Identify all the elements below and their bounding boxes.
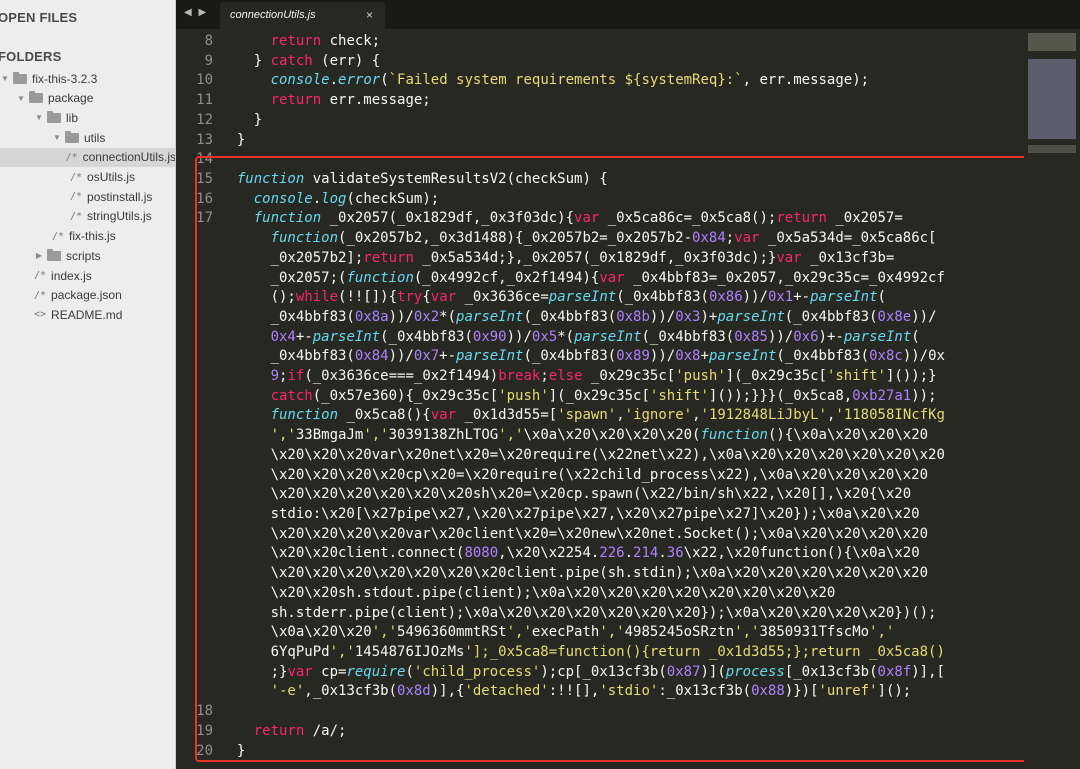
sidebar-item[interactable]: /* package.json [0,286,175,305]
sidebar-item-label: postinstall.js [87,189,153,204]
file-icon: /* [70,191,83,203]
code-line: } [220,111,263,128]
file-icon: /* [70,171,83,183]
sidebar-item[interactable]: ▼ utils [0,128,175,147]
folder-icon [29,91,43,104]
sidebar-item[interactable]: /* osUtils.js [0,168,175,187]
open-files-header: OPEN FILES [0,10,78,25]
sidebar-item-label: osUtils.js [87,170,136,184]
sidebar-item-label: connectionUtils.js [82,150,176,165]
folder-icon [13,71,27,84]
file-icon: /* [65,151,78,163]
line-number: 9 [204,52,213,69]
code-line: } [220,131,246,148]
minimap-block [1028,59,1076,139]
chevron-down-icon[interactable]: ▼ [34,113,44,122]
sidebar-item-label: package.json [51,288,122,303]
sidebar-item[interactable]: /* index.js [0,266,175,285]
code-line: } catch (err) { [220,52,381,69]
highlight-annotation [195,156,1027,762]
folder-icon [47,248,61,261]
file-icon: /* [52,230,65,242]
close-icon[interactable]: × [366,8,373,22]
sidebar-item[interactable]: ▶ scripts [0,246,175,265]
line-number: 8 [204,33,213,49]
code-line: return err.message; [270,92,431,109]
sidebar-item[interactable]: /* fix-this.js [0,227,175,246]
file-icon: /* [34,270,47,281]
sidebar-item[interactable]: /* stringUtils.js [0,207,175,226]
file-icon: <> [34,309,47,321]
line-number: 11 [196,92,213,109]
sidebar-item-label: package [48,91,94,106]
folder-icon [65,130,79,143]
line-number: 12 [196,111,213,128]
chevron-right-icon[interactable]: ▶ [34,251,44,260]
folders-header: FOLDERS [0,49,62,64]
minimap-block [1028,145,1076,153]
sidebar-item-label: utils [84,130,106,145]
line-number: 10 [196,72,213,89]
sidebar-item-label: README.md [51,307,123,322]
sidebar-item-label: lib [66,110,79,125]
line-number: 13 [196,131,213,148]
sidebar-item-label: fix-this.js [69,229,116,244]
sidebar-item[interactable]: /* connectionUtils.js [0,147,176,167]
sidebar-item-label: index.js [51,268,92,283]
tab-bar: ◀ ▶ connectionUtils.js × [176,0,1080,29]
file-icon: /* [34,289,47,301]
sidebar-item[interactable]: <> README.md [0,305,175,324]
sidebar-item[interactable]: ▼ package [0,89,175,108]
code-line: console.error(`Failed system requirement… [270,72,870,89]
tab-nav-arrows-icon[interactable]: ◀ ▶ [184,7,208,18]
chevron-down-icon[interactable]: ▼ [16,94,26,103]
tab-label: connectionUtils.js [230,9,316,21]
tab-connectionutils[interactable]: connectionUtils.js × [220,2,385,29]
chevron-down-icon[interactable]: ▼ [0,74,10,83]
sidebar-item-label: stringUtils.js [87,209,152,224]
minimap[interactable] [1024,29,1080,769]
chevron-down-icon[interactable]: ▼ [52,133,62,142]
minimap-block [1028,33,1076,51]
sidebar-item-label: fix-this-3.2.3 [32,71,98,86]
code-line: return check; [270,33,381,49]
sidebar-item[interactable]: /* postinstall.js [0,187,175,206]
sidebar-item-label: scripts [66,248,101,263]
file-icon: /* [70,210,83,222]
folder-icon [47,110,61,123]
sidebar-item[interactable]: ▼ lib [0,108,175,127]
sidebar-item[interactable]: ▼ fix-this-3.2.3 [0,69,175,88]
sidebar: OPEN FILES FOLDERS ▼ fix-this-3.2.3 ▼ packa… [0,0,176,769]
